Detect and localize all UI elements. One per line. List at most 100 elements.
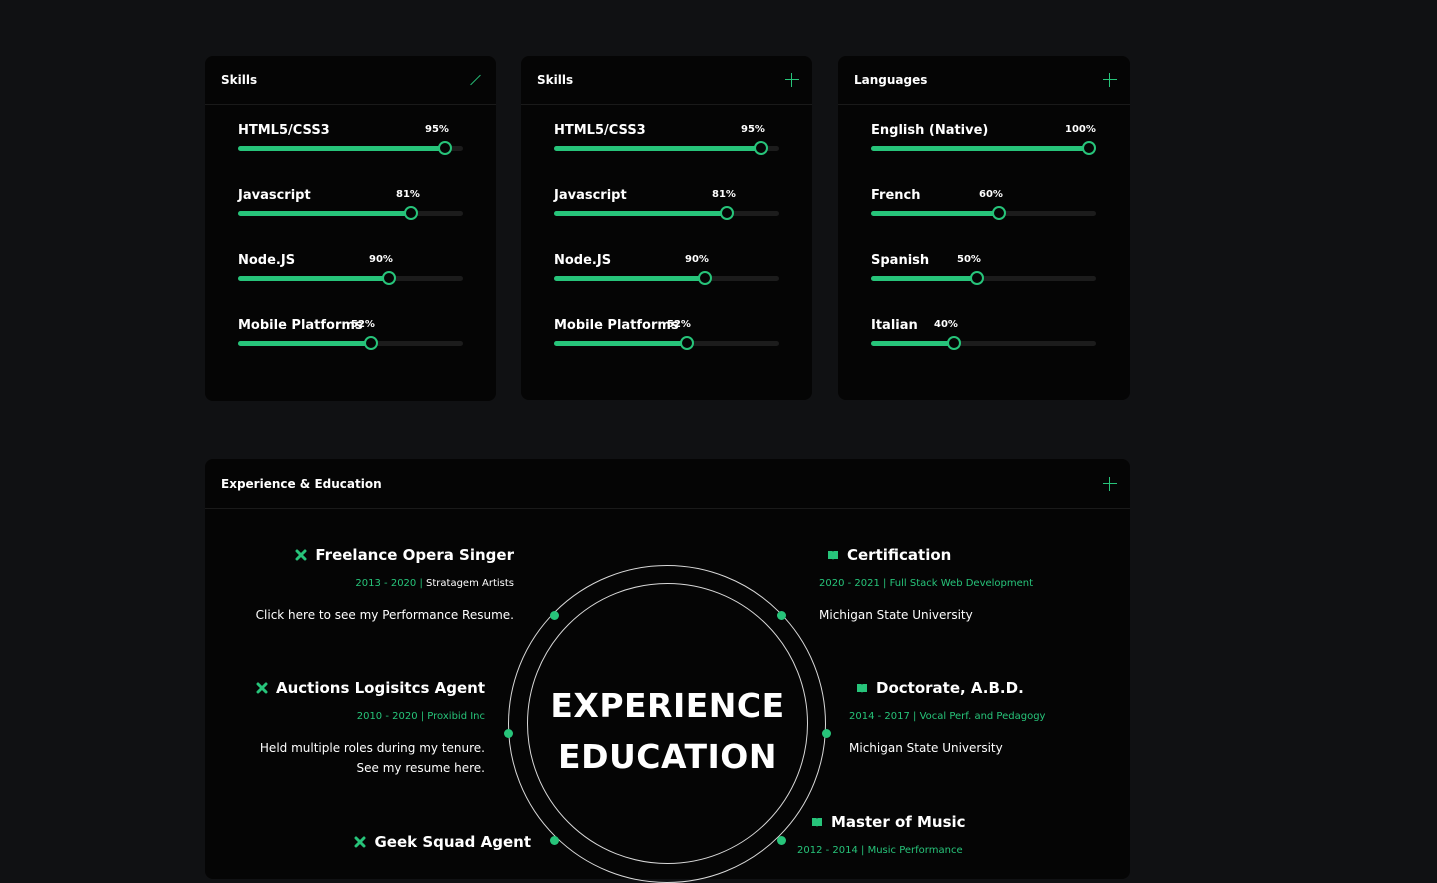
language-track[interactable] bbox=[871, 206, 1096, 220]
skill-percent: 95% bbox=[425, 124, 449, 135]
language-name: Spanish bbox=[871, 253, 930, 268]
entry-title-row: Certification bbox=[827, 546, 1033, 564]
skills-card-2-header: Skills bbox=[521, 56, 812, 105]
entry-title: Auctions Logisitcs Agent bbox=[275, 679, 485, 697]
timeline-dot bbox=[821, 728, 831, 738]
skill-row: Node.JS 90% bbox=[238, 253, 463, 293]
skill-name: HTML5/CSS3 bbox=[238, 123, 330, 138]
timeline-dot bbox=[776, 610, 786, 620]
language-row: Italian 40% bbox=[871, 318, 1096, 358]
skill-name: Mobile Platforms bbox=[554, 318, 679, 333]
skill-fill bbox=[238, 146, 445, 151]
skills-card-1: Skills HTML5/CSS3 95% Javascript 81% Nod… bbox=[205, 56, 496, 401]
skill-slider-handle[interactable] bbox=[381, 271, 396, 285]
timeline-dot bbox=[549, 610, 559, 620]
skill-track[interactable] bbox=[554, 206, 779, 220]
skill-slider-handle[interactable] bbox=[720, 206, 735, 220]
skills-card-2: Skills HTML5/CSS3 95% Javascript 81% Nod… bbox=[521, 56, 812, 400]
language-track[interactable] bbox=[871, 336, 1096, 350]
skill-name: Javascript bbox=[554, 188, 627, 203]
education-entry: Master of Music 2012 - 2014 | Music Perf… bbox=[797, 813, 966, 856]
language-fill bbox=[871, 211, 1000, 216]
skill-name: Mobile Platforms bbox=[238, 318, 363, 333]
entry-meta: 2014 - 2017 | Vocal Perf. and Pedagogy bbox=[849, 711, 1046, 722]
entry-meta: 2013 - 2020 | Stratagem Artists bbox=[256, 578, 514, 589]
language-percent: 50% bbox=[957, 254, 981, 265]
timeline-dot bbox=[776, 835, 786, 845]
tools-icon bbox=[354, 836, 366, 848]
language-fill bbox=[871, 341, 955, 346]
entry-title-row: Freelance Opera Singer bbox=[256, 546, 514, 564]
skill-fill bbox=[554, 211, 728, 216]
language-track[interactable] bbox=[871, 271, 1096, 285]
center-line-2: EDUCATION bbox=[558, 737, 777, 776]
timeline-dot bbox=[549, 835, 559, 845]
skill-row: Javascript 81% bbox=[238, 188, 463, 228]
plus-icon[interactable] bbox=[784, 72, 800, 88]
skill-slider-handle[interactable] bbox=[363, 336, 378, 350]
entry-title-row: Master of Music bbox=[811, 813, 966, 831]
language-fill bbox=[871, 276, 977, 281]
language-track[interactable] bbox=[871, 141, 1097, 155]
collapse-icon[interactable] bbox=[468, 72, 484, 88]
skill-row: Javascript 81% bbox=[554, 188, 779, 228]
language-slider-handle[interactable] bbox=[1082, 141, 1097, 155]
skill-name: HTML5/CSS3 bbox=[554, 123, 646, 138]
entry-meta: 2012 - 2014 | Music Performance bbox=[797, 845, 963, 856]
performance-resume-link[interactable]: Click here to see my Performance Resume. bbox=[256, 605, 514, 625]
entry-description: Michigan State University bbox=[819, 608, 973, 622]
skill-slider-handle[interactable] bbox=[754, 141, 768, 155]
card-title: Languages bbox=[854, 73, 928, 87]
skill-slider-handle[interactable] bbox=[697, 271, 712, 285]
tools-icon bbox=[295, 549, 307, 561]
skill-track[interactable] bbox=[238, 206, 463, 220]
skill-row: HTML5/CSS3 95% bbox=[238, 123, 463, 163]
skill-slider-handle[interactable] bbox=[404, 206, 419, 220]
entry-description: Held multiple roles during my tenure. Se… bbox=[256, 738, 485, 778]
languages-card: Languages English (Native) 100% French 6… bbox=[838, 56, 1130, 400]
entry-org: Stratagem Artists bbox=[426, 578, 514, 589]
skill-track[interactable] bbox=[554, 271, 779, 285]
plus-icon[interactable] bbox=[1102, 72, 1118, 88]
language-name: French bbox=[871, 188, 921, 203]
skill-percent: 90% bbox=[369, 254, 393, 265]
skill-slider-handle[interactable] bbox=[679, 336, 694, 350]
skill-track[interactable] bbox=[554, 336, 779, 350]
language-name: Italian bbox=[871, 318, 918, 333]
center-line-1: EXPERIENCE bbox=[550, 686, 785, 725]
skill-fill bbox=[238, 276, 389, 281]
language-row: French 60% bbox=[871, 188, 1096, 228]
skill-slider-handle[interactable] bbox=[438, 141, 452, 155]
skill-fill bbox=[554, 341, 687, 346]
language-fill bbox=[871, 146, 1090, 151]
plus-icon[interactable] bbox=[1102, 476, 1118, 492]
skill-fill bbox=[238, 341, 371, 346]
entry-title: Master of Music bbox=[831, 813, 966, 831]
skill-track[interactable] bbox=[238, 271, 463, 285]
skill-track[interactable] bbox=[554, 141, 779, 155]
card-title: Skills bbox=[221, 73, 258, 87]
entry-title-row: Auctions Logisitcs Agent bbox=[256, 679, 485, 697]
language-slider-handle[interactable] bbox=[992, 206, 1007, 220]
entry-title: Doctorate, A.B.D. bbox=[876, 679, 1024, 697]
language-percent: 100% bbox=[1065, 124, 1096, 135]
skill-track[interactable] bbox=[238, 336, 463, 350]
skill-row: Mobile Platforms 52% bbox=[238, 318, 463, 358]
language-row: English (Native) 100% bbox=[871, 123, 1097, 163]
entry-title: Certification bbox=[847, 546, 952, 564]
experience-entry: Geek Squad Agent bbox=[354, 833, 531, 851]
skill-name: Node.JS bbox=[554, 253, 612, 268]
skill-fill bbox=[554, 146, 761, 151]
skill-track[interactable] bbox=[238, 141, 463, 155]
language-name: English (Native) bbox=[871, 123, 989, 138]
skill-row: Node.JS 90% bbox=[554, 253, 779, 293]
language-row: Spanish 50% bbox=[871, 253, 1096, 293]
language-slider-handle[interactable] bbox=[947, 336, 962, 350]
resume-link[interactable]: See my resume here. bbox=[357, 761, 485, 775]
entry-years: 2013 - 2020 | bbox=[355, 578, 423, 589]
skill-percent: 81% bbox=[396, 189, 420, 200]
language-slider-handle[interactable] bbox=[969, 271, 984, 285]
skill-row: HTML5/CSS3 95% bbox=[554, 123, 779, 163]
entry-title-row: Doctorate, A.B.D. bbox=[856, 679, 1045, 697]
education-entry: Doctorate, A.B.D. 2014 - 2017 | Vocal Pe… bbox=[849, 679, 1045, 758]
